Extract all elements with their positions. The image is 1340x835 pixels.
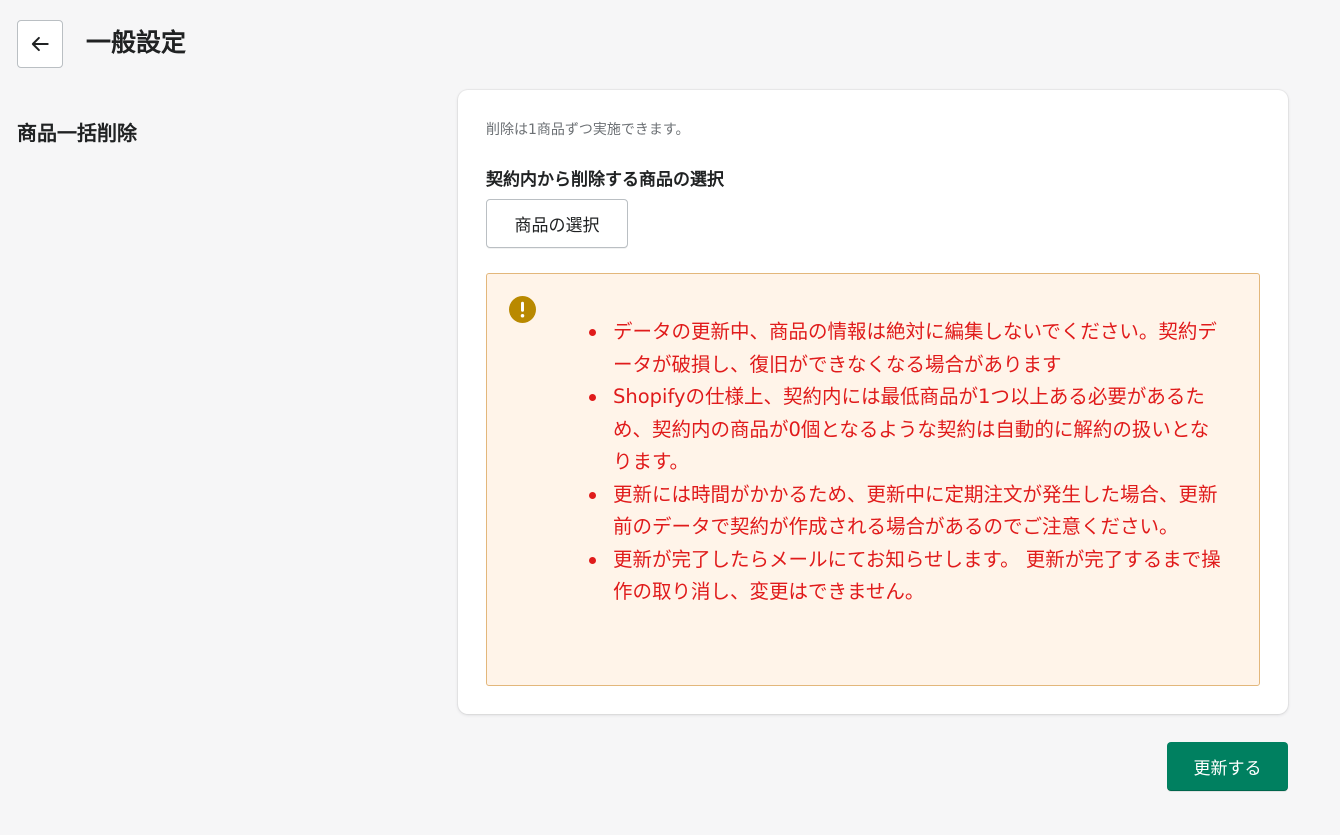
warning-list: データの更新中、商品の情報は絶対に編集しないでください。契約データが破損し、復旧… [587, 316, 1227, 609]
bulk-delete-card: 削除は1商品ずつ実施できます。 契約内から削除する商品の選択 商品の選択 データ… [458, 90, 1288, 714]
warning-banner: データの更新中、商品の情報は絶対に編集しないでください。契約データが破損し、復旧… [486, 273, 1260, 686]
back-button[interactable] [17, 20, 63, 68]
warning-item: 更新が完了したらメールにてお知らせします。 更新が完了するまで操作の取り消し、変… [587, 544, 1227, 609]
settings-page: 一般設定 商品一括削除 削除は1商品ずつ実施できます。 契約内から削除する商品の… [0, 0, 1340, 835]
product-select-label: 契約内から削除する商品の選択 [486, 170, 724, 190]
exclamation-circle-icon [509, 296, 536, 323]
card-note: 削除は1商品ずつ実施できます。 [486, 122, 690, 138]
page-title: 一般設定 [86, 28, 187, 57]
select-product-button[interactable]: 商品の選択 [486, 199, 628, 248]
update-button[interactable]: 更新する [1167, 742, 1288, 791]
warning-item: データの更新中、商品の情報は絶対に編集しないでください。契約データが破損し、復旧… [587, 316, 1227, 381]
arrow-left-icon [31, 36, 49, 52]
section-title: 商品一括削除 [17, 121, 137, 145]
warning-item: Shopifyの仕様上、契約内には最低商品が1つ以上ある必要があるため、契約内の… [587, 381, 1227, 479]
warning-item: 更新には時間がかかるため、更新中に定期注文が発生した場合、更新前のデータで契約が… [587, 479, 1227, 544]
